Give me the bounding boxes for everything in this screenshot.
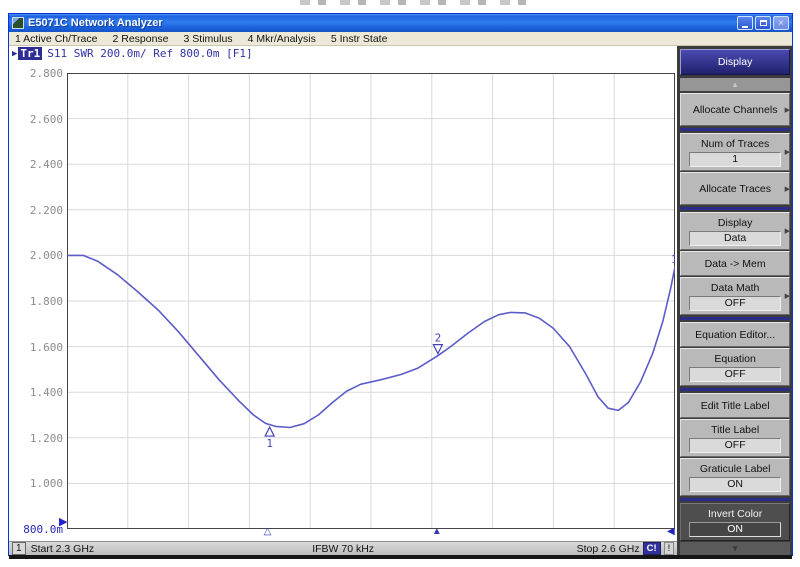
y-axis-tick-label: 2.200 <box>11 204 63 217</box>
y-axis-tick-label: 800.0m <box>11 523 63 536</box>
content-area: ▶Tr1S11 SWR 200.0m/ Ref 800.0m [F1] 1 2.… <box>9 46 792 555</box>
y-axis-tick-label: 1.000 <box>11 477 63 490</box>
submenu-arrow-icon: ▶ <box>785 292 790 300</box>
submenu-arrow-icon: ▶ <box>785 227 790 235</box>
submenu-arrow-icon: ▶ <box>785 148 790 156</box>
y-axis-tick-label: 2.600 <box>11 113 63 126</box>
softkey-menu-header: Display <box>680 49 790 75</box>
y-axis-tick-label: 2.000 <box>11 249 63 262</box>
app-icon <box>12 17 24 29</box>
active-trace-indicator-icon: ▶ <box>12 49 17 59</box>
window-title-bar[interactable]: E5071C Network Analyzer × <box>9 14 792 32</box>
restore-button[interactable] <box>755 16 771 30</box>
trace-format-text: S11 SWR 200.0m/ Ref 800.0m [F1] <box>47 47 252 60</box>
softkey-edit-title-label[interactable]: Edit Title Label <box>680 393 790 418</box>
menu-stimulus[interactable]: 3 Stimulus <box>184 33 233 45</box>
menu-instr-state[interactable]: 5 Instr State <box>331 33 388 45</box>
svg-text:2: 2 <box>435 332 442 345</box>
softkey-num-of-traces[interactable]: Num of Traces 1 ▶ <box>680 133 790 171</box>
marker1-axis-indicator-icon[interactable]: △ <box>264 526 272 537</box>
softkey-separator <box>680 207 790 210</box>
sweep-position-indicator-icon: ◀ <box>667 526 675 537</box>
lcd-screen: ▶Tr1S11 SWR 200.0m/ Ref 800.0m [F1] 1 2.… <box>9 46 677 541</box>
submenu-arrow-icon: ▶ <box>785 185 790 193</box>
marker2-axis-indicator-icon[interactable]: ▲ <box>432 526 442 537</box>
ifbw-label: IFBW 70 kHz <box>9 543 677 555</box>
softkey-data-math[interactable]: Data Math OFF ▶ <box>680 277 790 315</box>
softkey-data-to-mem[interactable]: Data -> Mem <box>680 251 790 276</box>
softkey-value: OFF <box>689 438 781 453</box>
softkey-title-label[interactable]: Title Label OFF <box>680 419 790 457</box>
softkey-graticule-label[interactable]: Graticule Label ON <box>680 458 790 496</box>
y-axis-tick-label: 1.400 <box>11 386 63 399</box>
document-page: E5071C Network Analyzer × 1 Active Ch/Tr… <box>0 0 800 567</box>
swr-chart: 1 2 1 <box>67 73 675 529</box>
scroll-down-button[interactable]: ▼ <box>680 542 790 555</box>
window-bottom-edge <box>9 555 792 559</box>
softkey-sidebar: Display ▲ Allocate Channels ▶ Num of Tra… <box>677 46 792 555</box>
menu-mkr-analysis[interactable]: 4 Mkr/Analysis <box>248 33 316 45</box>
softkey-value: ON <box>689 522 781 537</box>
submenu-arrow-icon: ▶ <box>785 106 790 114</box>
reference-level-marker-icon: ▶ <box>59 515 67 528</box>
softkey-invert-color[interactable]: Invert Color ON <box>680 503 790 541</box>
y-axis-tick-label: 1.600 <box>11 341 63 354</box>
softkey-value: ON <box>689 477 781 492</box>
softkey-value: Data <box>689 231 781 246</box>
softkey-separator <box>680 498 790 501</box>
softkey-separator <box>680 388 790 391</box>
softkey-equation[interactable]: Equation OFF <box>680 348 790 386</box>
close-button[interactable]: × <box>773 16 789 30</box>
scroll-down-icon: ▼ <box>731 544 739 553</box>
minimize-button[interactable] <box>737 16 753 30</box>
softkey-display[interactable]: Display Data ▶ <box>680 212 790 250</box>
analyzer-window: E5071C Network Analyzer × 1 Active Ch/Tr… <box>8 13 793 556</box>
softkey-separator <box>680 317 790 320</box>
menu-active-ch-trace[interactable]: 1 Active Ch/Trace <box>15 33 97 45</box>
status-bar: 1 Start 2.3 GHz IFBW 70 kHz Stop 2.6 GHz… <box>9 541 677 555</box>
scroll-up-button[interactable]: ▲ <box>680 78 790 91</box>
svg-text:1: 1 <box>266 437 273 450</box>
trace-end-label: 1 <box>671 253 675 266</box>
main-display-area: ▶Tr1S11 SWR 200.0m/ Ref 800.0m [F1] 1 2.… <box>9 46 677 555</box>
trace-marker-2[interactable]: 2 <box>433 332 442 354</box>
plot-area: 1 2 1 <box>67 73 675 529</box>
softkey-allocate-channels[interactable]: Allocate Channels ▶ <box>680 93 790 126</box>
softkey-value: OFF <box>689 367 781 382</box>
softkey-equation-editor[interactable]: Equation Editor... <box>680 322 790 347</box>
softkey-allocate-traces[interactable]: Allocate Traces ▶ <box>680 172 790 205</box>
y-axis-tick-label: 2.400 <box>11 158 63 171</box>
softkey-value: 1 <box>689 152 781 167</box>
window-title: E5071C Network Analyzer <box>28 17 735 29</box>
menu-bar: 1 Active Ch/Trace 2 Response 3 Stimulus … <box>9 32 792 46</box>
y-axis-tick-label: 2.800 <box>11 67 63 80</box>
trace-status-line[interactable]: ▶Tr1 S11 SWR 200.0m/ Ref 800.0m [F1] <box>12 47 253 60</box>
stimulus-axis-strip: △ ▲ ◀ <box>67 529 675 540</box>
cropped-caption-fragment <box>300 0 530 5</box>
trace-marker-1[interactable]: 1 <box>265 427 274 450</box>
trace-id-badge: Tr1 <box>18 47 42 60</box>
y-axis-tick-label: 1.200 <box>11 432 63 445</box>
softkey-value: OFF <box>689 296 781 311</box>
scroll-up-icon: ▲ <box>731 80 739 89</box>
softkey-separator <box>680 128 790 131</box>
menu-response[interactable]: 2 Response <box>112 33 168 45</box>
y-axis-tick-label: 1.800 <box>11 295 63 308</box>
